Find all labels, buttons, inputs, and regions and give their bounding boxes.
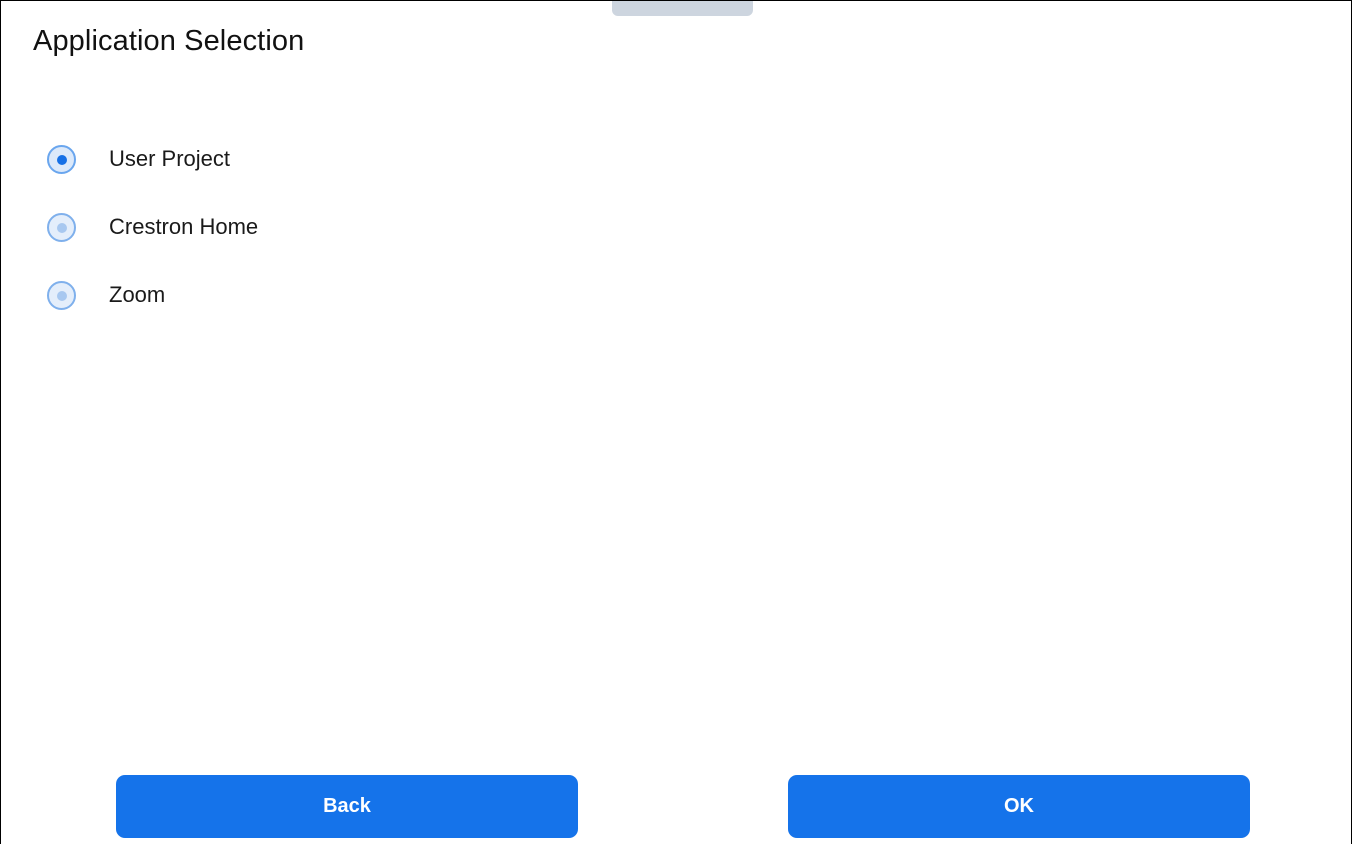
dialog-title: Application Selection [33, 25, 305, 57]
drag-handle[interactable] [612, 1, 753, 16]
radio-button[interactable] [47, 213, 76, 242]
option-label: Zoom [109, 282, 166, 307]
radio-button[interactable] [47, 281, 76, 310]
back-button[interactable]: Back [116, 775, 578, 838]
option-label: Crestron Home [109, 214, 259, 239]
radio-dot-icon [56, 290, 67, 301]
option-zoom[interactable]: Zoom [47, 277, 258, 345]
option-user-project[interactable]: User Project [47, 141, 258, 209]
radio-dot-icon [56, 154, 67, 165]
radio-button-selected[interactable] [47, 145, 76, 174]
ok-button[interactable]: OK [788, 775, 1250, 838]
option-crestron-home[interactable]: Crestron Home [47, 209, 258, 277]
option-label: User Project [109, 146, 231, 171]
application-options: User Project Crestron Home Zoom [47, 141, 258, 345]
radio-dot-icon [56, 222, 67, 233]
application-selection-dialog: Application Selection User Project Crest… [0, 0, 1352, 844]
